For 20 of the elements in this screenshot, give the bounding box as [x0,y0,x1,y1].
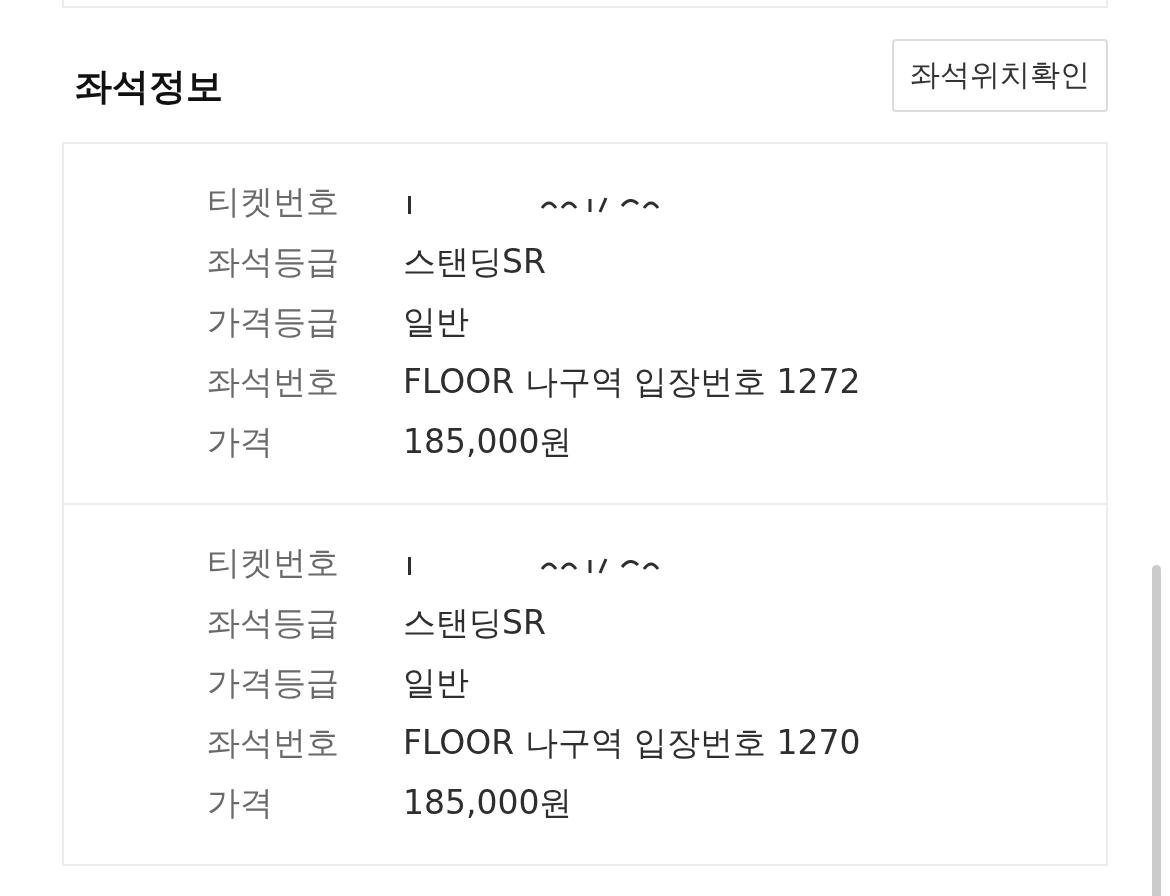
field-label: 가격등급 [207,661,340,704]
field-label: 티켓번호 [207,180,340,223]
field-value: FLOOR 나구역 입장번호 1272 [403,360,861,403]
field-label: 티켓번호 [207,541,340,584]
field-label: 좌석번호 [207,360,340,403]
field-value: 스탠딩SR [403,240,546,283]
field-value: 스탠딩SR [403,601,546,644]
field-value: FLOOR 나구역 입장번호 1270 [403,721,861,764]
section-title: 좌석정보 [75,65,223,109]
field-value: 일반 [403,661,469,704]
field-value: 일반 [403,300,469,343]
field-label: 가격등급 [207,300,340,343]
field-label: 좌석등급 [207,601,340,644]
field-label: 가격 [207,420,274,463]
field-label: 좌석등급 [207,240,340,283]
field-label: 가격 [207,781,274,824]
field-value: 185,000원 [403,781,573,824]
seat-location-button[interactable]: 좌석위치확인 [892,39,1108,112]
field-label: 좌석번호 [207,721,340,764]
field-value: 185,000원 [403,420,573,463]
